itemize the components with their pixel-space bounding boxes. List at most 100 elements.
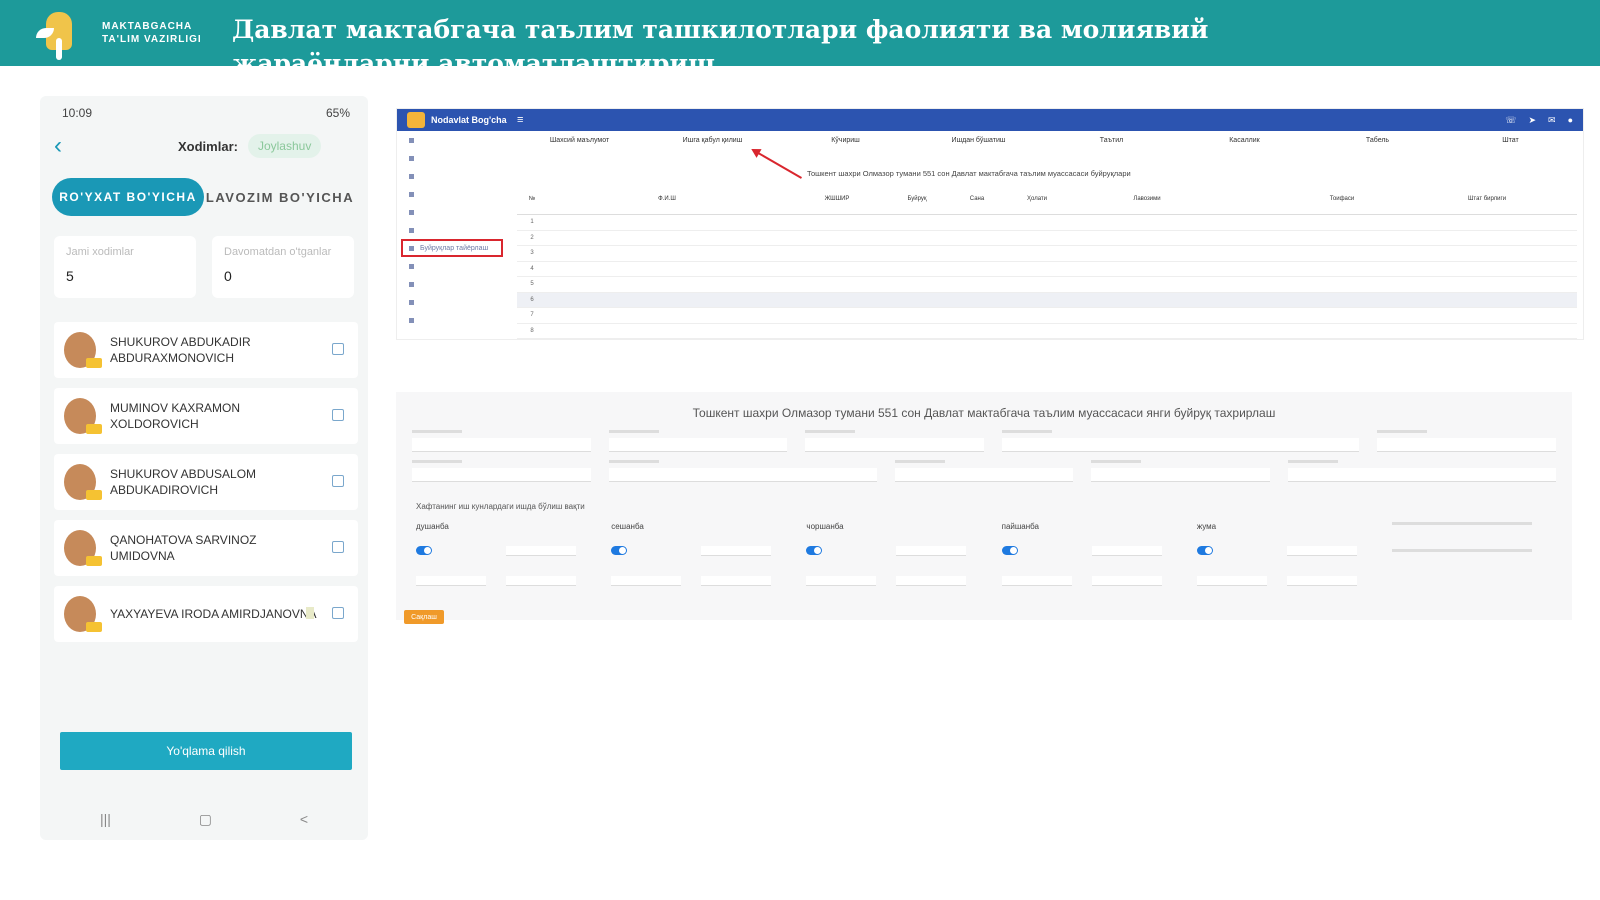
time-field[interactable] — [701, 576, 772, 586]
day-friday: жума — [1196, 522, 1392, 592]
stats-row: Jami xodimlar 5 Davomatdan o'tganlar 0 — [54, 236, 354, 298]
tab-sick-leave[interactable]: Касаллик — [1178, 137, 1311, 144]
table-row[interactable]: 8 — [517, 324, 1577, 339]
sidebar-item[interactable] — [397, 293, 507, 311]
attendance-button[interactable]: Yo'qlama qilish — [60, 732, 352, 770]
form-field[interactable] — [1002, 430, 1360, 452]
employee-list: SHUKUROV ABDUKADIR ABDURAXMONOVICH MUMIN… — [54, 322, 358, 652]
form-field[interactable] — [608, 460, 877, 482]
table-row[interactable]: 7 — [517, 308, 1577, 324]
list-item[interactable]: MUMINOV KAXRAMON XOLDOROVICH — [54, 388, 358, 444]
home-icon[interactable]: ▢ — [199, 811, 212, 828]
sidebar-item[interactable] — [397, 257, 507, 275]
time-field[interactable] — [506, 576, 576, 586]
time-field[interactable] — [896, 576, 967, 586]
sidebar-item[interactable] — [397, 221, 507, 239]
time-field[interactable] — [1196, 576, 1267, 586]
day-toggle[interactable] — [1001, 546, 1018, 555]
time-field[interactable] — [1001, 576, 1072, 586]
form-field[interactable] — [412, 430, 591, 452]
photo-icon[interactable] — [332, 409, 344, 421]
table-row[interactable]: 2 — [517, 231, 1577, 246]
location-badge[interactable]: Joylashuv — [247, 134, 322, 158]
table-row[interactable]: 4 — [517, 262, 1577, 277]
avatar — [64, 332, 102, 368]
table-row[interactable]: 5 — [517, 277, 1577, 293]
tab-vacation[interactable]: Таътил — [1045, 137, 1178, 144]
tab-hiring[interactable]: Ишга қабул қилиш — [646, 137, 779, 144]
table-row[interactable]: 3 — [517, 246, 1577, 262]
phone-icon[interactable]: ☏ — [1505, 115, 1516, 126]
tab-timesheet[interactable]: Табель — [1311, 137, 1444, 144]
sidebar-item[interactable] — [397, 203, 507, 221]
photo-icon[interactable] — [332, 541, 344, 553]
day-toggle[interactable] — [611, 546, 628, 555]
top-banner: MAKTABGACHA TA'LIM VAZIRLIGI Давлат макт… — [0, 0, 1600, 66]
time-field[interactable] — [1286, 576, 1357, 586]
day-toggle[interactable] — [416, 546, 432, 555]
view-switcher: RO'YXAT BO'YICHA LAVOZIM BO'YICHA — [52, 178, 356, 216]
form-extra-fields — [1392, 522, 1552, 576]
sidebar-item[interactable] — [397, 149, 507, 167]
time-field[interactable] — [701, 546, 772, 556]
list-item[interactable]: YAXYAYEVA IRODA AMIRDJANOVNA — [54, 586, 358, 642]
day-toggle[interactable] — [1196, 546, 1213, 555]
form-field[interactable] — [1091, 460, 1271, 482]
red-arrow-annotation — [752, 149, 802, 179]
photo-icon[interactable] — [332, 343, 344, 355]
list-item[interactable]: SHUKUROV ABDUKADIR ABDURAXMONOVICH — [54, 322, 358, 378]
photo-icon[interactable] — [332, 475, 344, 487]
tab-staff[interactable]: Штат — [1444, 137, 1577, 144]
flag-icon — [306, 607, 314, 619]
sidebar-item[interactable] — [397, 167, 507, 185]
time-field[interactable] — [506, 546, 576, 556]
form-field[interactable] — [608, 430, 788, 452]
time-field[interactable] — [1286, 546, 1357, 556]
save-button[interactable]: Сақлаш — [404, 610, 444, 624]
telegram-icon[interactable]: ➤ — [1528, 115, 1536, 126]
time-field[interactable] — [611, 576, 682, 586]
app-logo-icon — [407, 112, 425, 128]
tab-by-position[interactable]: LAVOZIM BO'YICHA — [204, 178, 356, 216]
nav-back-icon[interactable]: < — [300, 811, 308, 828]
time-field[interactable] — [1091, 546, 1162, 556]
status-time: 10:09 — [62, 106, 93, 120]
sidebar-item[interactable] — [397, 311, 507, 329]
sidebar-item[interactable] — [397, 185, 507, 203]
sidebar-item-orders[interactable]: Буйруқлар тайёрлаш — [401, 239, 503, 257]
avatar — [64, 596, 102, 632]
list-item[interactable]: QANOHATOVA SARVINOZ UMIDOVNA — [54, 520, 358, 576]
header-label: Xodimlar: — [178, 138, 238, 154]
list-item[interactable]: SHUKUROV ABDUSALOM ABDUKADIROVICH — [54, 454, 358, 510]
tab-dismissal[interactable]: Ишдан бўшатиш — [912, 137, 1045, 144]
menu-icon[interactable]: ≡ — [517, 114, 523, 126]
user-icon[interactable]: ● — [1568, 115, 1573, 126]
mail-icon[interactable]: ✉ — [1548, 115, 1556, 126]
tab-transfer[interactable]: Кўчириш — [779, 137, 912, 144]
time-field[interactable] — [416, 576, 486, 586]
orders-table: № Ф.И.Ш ЖШШИР Буйруқ Сана Ҳолати Лавозим… — [517, 183, 1577, 339]
form-field[interactable] — [412, 460, 591, 482]
form-field[interactable] — [1288, 460, 1557, 482]
work-hours-label: Хафтанинг иш кунлардаги ишда бўлиш вақти — [416, 502, 585, 511]
time-field[interactable] — [896, 546, 967, 556]
day-toggle[interactable] — [806, 546, 823, 555]
day-wednesday: чоршанба — [806, 522, 1001, 592]
time-field[interactable] — [806, 576, 877, 586]
recent-apps-icon[interactable]: ||| — [100, 811, 111, 828]
form-field[interactable] — [894, 460, 1074, 482]
form-field[interactable] — [1377, 430, 1557, 452]
form-field[interactable] — [805, 430, 985, 452]
tab-by-list[interactable]: RO'YXAT BO'YICHA — [52, 178, 204, 216]
status-battery: 65% — [325, 106, 350, 120]
sidebar-item[interactable] — [397, 131, 507, 149]
sidebar-item[interactable] — [397, 275, 507, 293]
order-edit-form: Тошкент шахри Олмазор тумани 551 сон Дав… — [396, 392, 1572, 624]
desktop-tabs: Шахсий маълумот Ишга қабул қилиш Кўчириш… — [513, 137, 1577, 144]
back-arrow-icon[interactable]: ‹ — [54, 132, 84, 160]
table-row[interactable]: 1 — [517, 215, 1577, 231]
table-row[interactable]: 6 — [517, 292, 1577, 308]
tab-personal[interactable]: Шахсий маълумот — [513, 137, 646, 144]
time-field[interactable] — [1091, 576, 1162, 586]
photo-icon[interactable] — [332, 607, 344, 619]
